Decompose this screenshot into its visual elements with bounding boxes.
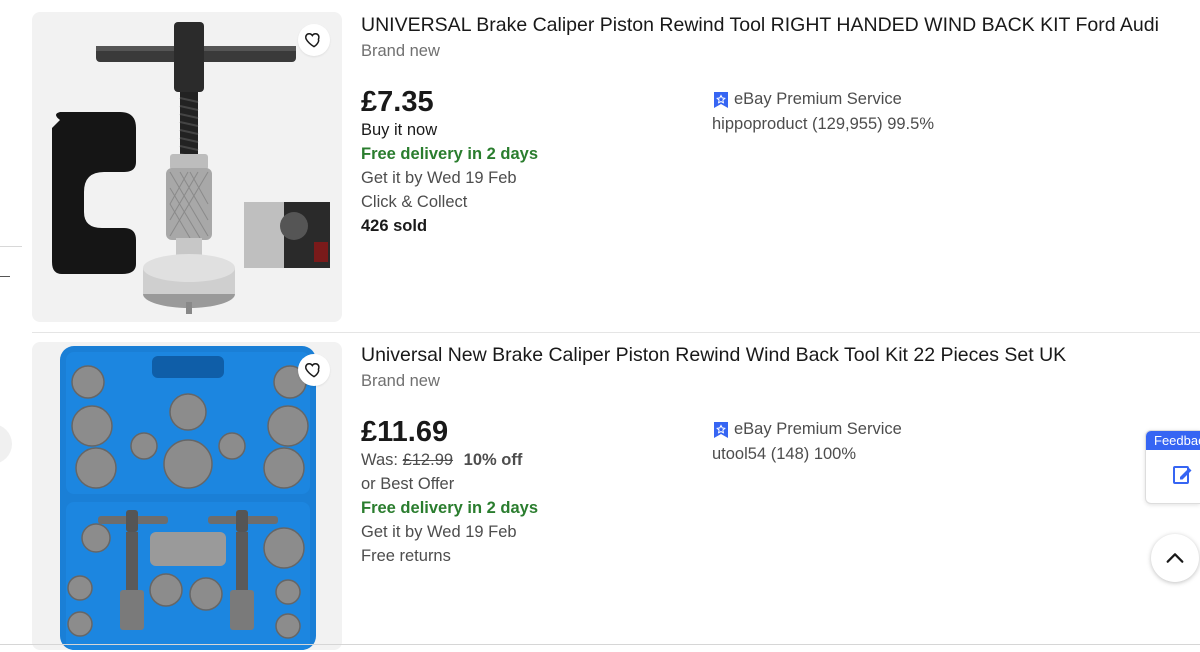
sold-count: 426 sold [361, 217, 428, 235]
listing-card: Universal New Brake Caliper Piston Rewin… [32, 342, 1200, 652]
listing-image[interactable] [32, 12, 342, 322]
left-edge-tick [0, 276, 10, 277]
premium-label: eBay Premium Service [734, 90, 902, 108]
delivery-date: Get it by Wed 19 Feb [361, 523, 517, 541]
feedback-tab[interactable]: Feedback [1145, 430, 1200, 504]
chevron-up-icon [1166, 553, 1184, 563]
left-edge-divider [0, 246, 22, 247]
listing-condition: Brand new [361, 372, 440, 390]
premium-badge-icon [714, 91, 728, 108]
left-edge-button[interactable] [0, 424, 12, 464]
best-offer: or Best Offer [361, 475, 455, 493]
listing-divider [32, 332, 1200, 333]
listing-title[interactable]: UNIVERSAL Brake Caliper Piston Rewind To… [361, 12, 1159, 38]
listing-image[interactable] [32, 342, 342, 650]
was-price-line: Was: £12.99 10% off [361, 451, 522, 470]
premium-service: eBay Premium Service [712, 90, 902, 109]
premium-label: eBay Premium Service [734, 420, 902, 438]
listing-title[interactable]: Universal New Brake Caliper Piston Rewin… [361, 342, 1066, 368]
tool-kit-case-image [60, 346, 316, 650]
watch-heart-button[interactable] [298, 354, 330, 386]
seller-info: utool54 (148) 100% [712, 445, 857, 463]
bottom-divider [0, 644, 1200, 645]
premium-service: eBay Premium Service [712, 420, 902, 439]
delivery-info: Free delivery in 2 days [361, 499, 539, 517]
listing-card: UNIVERSAL Brake Caliper Piston Rewind To… [32, 12, 1200, 332]
seller-info: hippoproduct (129,955) 99.5% [712, 115, 934, 133]
was-label: Was: [361, 451, 398, 469]
heart-outline-icon [305, 32, 320, 48]
watch-heart-button[interactable] [298, 24, 330, 56]
was-price: £12.99 [402, 451, 454, 469]
back-to-top-button[interactable] [1151, 534, 1199, 582]
listing-condition: Brand new [361, 42, 440, 60]
delivery-date: Get it by Wed 19 Feb [361, 169, 517, 187]
listing-price: £11.69 [361, 416, 449, 448]
premium-badge-icon [714, 421, 728, 438]
feedback-label: Feedback [1146, 431, 1200, 450]
brake-tool-image [52, 22, 330, 314]
purchase-format: Buy it now [361, 121, 438, 139]
free-returns: Free returns [361, 547, 451, 565]
listing-price: £7.35 [361, 86, 434, 118]
discount-label: 10% off [463, 451, 523, 469]
delivery-info: Free delivery in 2 days [361, 145, 539, 163]
heart-outline-icon [305, 362, 320, 378]
feedback-pencil-icon [1173, 466, 1192, 484]
click-collect: Click & Collect [361, 193, 468, 211]
